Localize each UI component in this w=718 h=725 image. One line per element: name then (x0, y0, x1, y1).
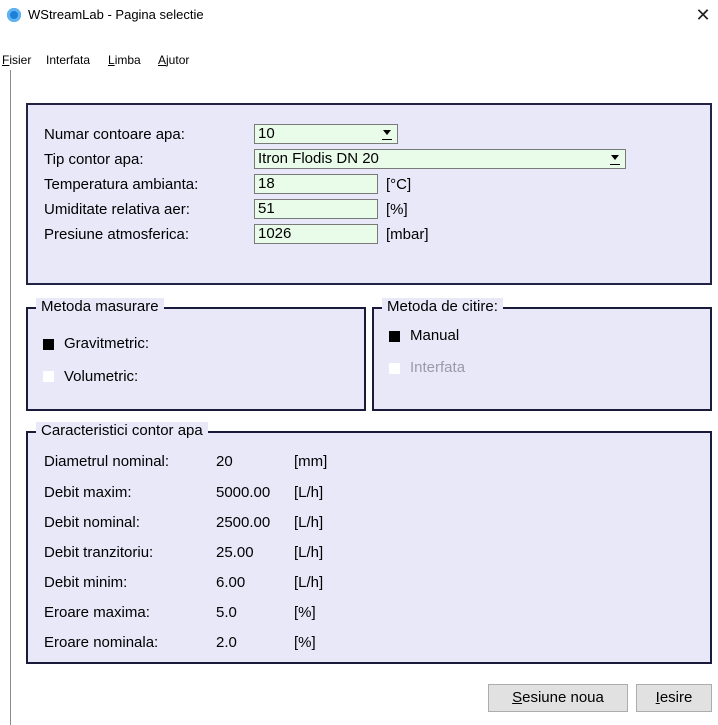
char-label: Debit nominal: (44, 514, 140, 531)
characteristics-group: Caracteristici contor apa Diametrul nomi… (26, 422, 712, 664)
temp-label: Temperatura ambianta: (44, 176, 199, 193)
window-title: WStreamLab - Pagina selectie (28, 7, 204, 22)
meter-type-label: Tip contor apa: (44, 151, 144, 168)
app-icon (7, 8, 21, 22)
menu-bar: Fisier Interfata Limba Ajutor (0, 30, 718, 70)
meter-type-dropdown[interactable]: Itron Flodis DN 20 (254, 149, 626, 169)
measure-method-group: Metoda masurare Gravitmetric: Volumetric… (26, 298, 366, 411)
meter-count-dropdown[interactable]: 10 (254, 124, 398, 144)
new-session-button[interactable]: Sesiune noua (488, 684, 628, 712)
radio-manual[interactable] (389, 331, 400, 342)
char-label: Debit tranzitoriu: (44, 544, 154, 561)
char-label: Diametrul nominal: (44, 453, 170, 470)
humidity-unit: [%] (386, 201, 408, 218)
char-unit: [L/h] (294, 544, 324, 561)
menu-limba[interactable]: Limba (108, 53, 141, 67)
char-value: 5000.00 (216, 484, 271, 501)
meter-count-value: 10 (258, 125, 275, 142)
pressure-input[interactable]: 1026 (254, 224, 378, 244)
radio-volumetric[interactable] (43, 371, 54, 382)
read-method-title: Metoda de citire: (382, 298, 503, 316)
char-label: Debit maxim: (44, 484, 132, 501)
characteristics-title: Caracteristici contor apa (36, 422, 208, 440)
volumetric-label[interactable]: Volumetric: (64, 367, 138, 387)
char-unit: [%] (294, 604, 316, 621)
char-unit: [L/h] (294, 484, 324, 501)
char-unit: [L/h] (294, 514, 324, 531)
char-value: 20 (216, 453, 233, 470)
gravimetric-label[interactable]: Gravitmetric: (64, 334, 149, 354)
char-unit: [L/h] (294, 574, 324, 591)
menu-fisier[interactable]: Fisier (2, 53, 31, 67)
char-value: 25.00 (216, 544, 254, 561)
pressure-label: Presiune atmosferica: (44, 226, 190, 243)
char-unit: [mm] (294, 453, 328, 470)
exit-button[interactable]: Iesire (636, 684, 712, 712)
meter-type-value: Itron Flodis DN 20 (258, 150, 379, 167)
char-value: 5.0 (216, 604, 237, 621)
interfata-label: Interfata (410, 359, 466, 376)
read-method-group: Metoda de citire: Manual Interfata (372, 298, 712, 411)
char-label: Debit minim: (44, 574, 128, 591)
menu-interfata[interactable]: Interfata (46, 53, 90, 67)
radio-interfata (389, 363, 400, 374)
chevron-down-icon (380, 128, 394, 140)
manual-label[interactable]: Manual (410, 326, 459, 346)
close-button[interactable]: ✕ (688, 0, 718, 30)
char-unit: [%] (294, 634, 316, 651)
title-bar: WStreamLab - Pagina selectie ✕ (0, 0, 718, 30)
pressure-unit: [mbar] (386, 226, 429, 243)
temp-input[interactable]: 18 (254, 174, 378, 194)
config-panel: Numar contoare apa: 10 Tip contor apa: I… (26, 103, 712, 285)
radio-gravimetric[interactable] (43, 339, 54, 350)
measure-method-title: Metoda masurare (36, 298, 164, 316)
char-value: 2500.00 (216, 514, 271, 531)
char-value: 6.00 (216, 574, 246, 591)
humidity-label: Umiditate relativa aer: (44, 201, 190, 218)
char-value: 2.0 (216, 634, 237, 651)
char-label: Eroare maxima: (44, 604, 150, 621)
meter-count-label: Numar contoare apa: (44, 126, 185, 143)
chevron-down-icon (608, 153, 622, 165)
temp-unit: [°C] (386, 176, 412, 193)
char-label: Eroare nominala: (44, 634, 159, 651)
humidity-input[interactable]: 51 (254, 199, 378, 219)
menu-ajutor[interactable]: Ajutor (158, 53, 189, 67)
